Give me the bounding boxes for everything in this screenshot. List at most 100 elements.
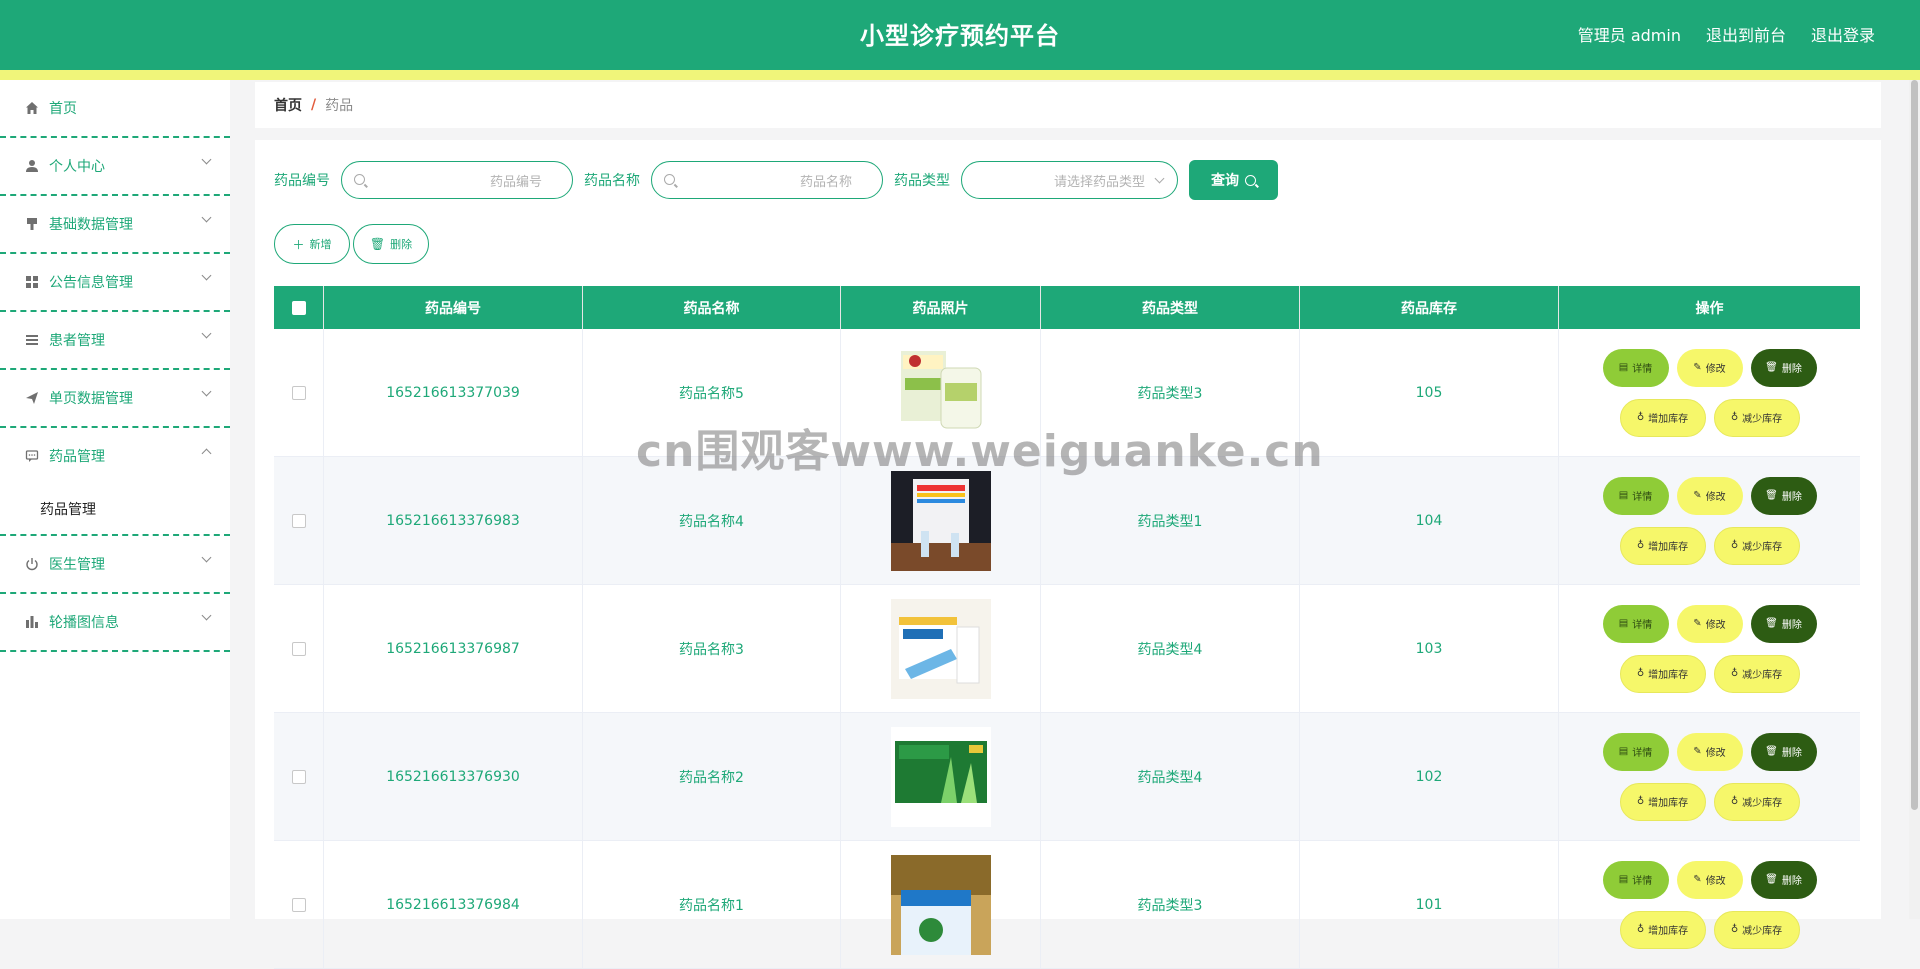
- column-header: 药品类型: [1041, 286, 1300, 329]
- edit-button[interactable]: ✎ 修改: [1676, 476, 1743, 515]
- detail-button[interactable]: ▤ 详情: [1602, 476, 1669, 515]
- increase-label: 增加库存: [1648, 414, 1689, 425]
- delete-button[interactable]: 🗑 删除: [1750, 732, 1817, 771]
- select-all-cell[interactable]: [274, 286, 324, 329]
- bulb-icon: ♁: [1730, 924, 1739, 935]
- chevron-down-icon: [1154, 173, 1165, 184]
- detail-button[interactable]: ▤ 详情: [1602, 732, 1669, 771]
- edit-button[interactable]: ✎ 修改: [1676, 604, 1743, 643]
- decrease-stock-button[interactable]: ♁ 减少库存: [1713, 398, 1800, 437]
- decrease-stock-button[interactable]: ♁ 减少库存: [1713, 782, 1800, 821]
- delete-label: 删除: [1781, 364, 1802, 375]
- table-row: 165216613376984 药品名称1 药品类型3 101 ▤ 详情 ✎ 修改 …: [274, 841, 1860, 969]
- decrease-stock-button[interactable]: ♁ 减少库存: [1713, 654, 1800, 693]
- list-icon: [24, 332, 40, 348]
- type-select[interactable]: 请选择药品类型: [961, 161, 1178, 199]
- row-checkbox[interactable]: [291, 897, 306, 912]
- search-icon: [1245, 174, 1256, 186]
- chevron-down-icon: [201, 270, 212, 281]
- delete-button[interactable]: 🗑 删除: [1750, 860, 1817, 899]
- decrease-stock-button[interactable]: ♁ 减少库存: [1713, 910, 1800, 949]
- search-icon: [354, 174, 365, 185]
- decrease-label: 减少库存: [1742, 414, 1783, 425]
- name-placeholder: 药品名称: [799, 174, 852, 190]
- increase-stock-button[interactable]: ♁ 增加库存: [1619, 910, 1706, 949]
- row-checkbox[interactable]: [291, 641, 306, 656]
- select-all-checkbox[interactable]: [291, 300, 306, 315]
- sidebar-item-label: 单页数据管理: [49, 391, 133, 407]
- query-button[interactable]: 查询: [1189, 160, 1278, 200]
- medicine-name: 药品名称3: [583, 585, 841, 712]
- sidebar-subitem-medicine-management[interactable]: 药品管理: [0, 484, 230, 536]
- detail-button[interactable]: ▤ 详情: [1602, 348, 1669, 387]
- bulb-icon: ♁: [1636, 668, 1645, 679]
- delete-button[interactable]: 🗑 删除: [1750, 348, 1817, 387]
- main-content: 药品编号 药品编号 药品名称 药品名称 药品类型 请选择药品类型 查询 ＋ 新增…: [255, 140, 1881, 969]
- scrollbar-thumb[interactable]: [1911, 80, 1918, 810]
- sidebar-item-personal[interactable]: 个人中心: [0, 138, 230, 196]
- bulb-icon: ♁: [1636, 412, 1645, 423]
- medicine-stock: 101: [1300, 841, 1559, 968]
- increase-stock-button[interactable]: ♁ 增加库存: [1619, 654, 1706, 693]
- logout-link[interactable]: 退出登录: [1811, 0, 1875, 70]
- document-icon: ▤: [1618, 874, 1629, 885]
- row-actions: ▤ 详情 ✎ 修改 🗑 删除 ♁ 增加库存 ♁ 减少库存: [1602, 732, 1817, 821]
- sidebar-item-home[interactable]: 首页: [0, 80, 230, 138]
- delete-button[interactable]: 🗑 删除: [1750, 476, 1817, 515]
- edit-button[interactable]: ✎ 修改: [1676, 732, 1743, 771]
- search-icon: [664, 174, 675, 185]
- increase-stock-button[interactable]: ♁ 增加库存: [1619, 526, 1706, 565]
- add-button[interactable]: ＋ 新增: [274, 224, 350, 264]
- batch-delete-button[interactable]: 🗑 删除: [353, 224, 429, 264]
- medicine-type: 药品类型3: [1041, 841, 1300, 968]
- sidebar-item-carousel[interactable]: 轮播图信息: [0, 594, 230, 652]
- row-checkbox[interactable]: [291, 513, 306, 528]
- edit-label: 修改: [1705, 620, 1726, 631]
- increase-stock-button[interactable]: ♁ 增加库存: [1619, 398, 1706, 437]
- bulb-icon: ♁: [1730, 412, 1739, 423]
- type-label: 药品类型: [894, 173, 950, 189]
- header-actions: 管理员 admin 退出到前台 退出登录: [1578, 0, 1875, 70]
- detail-button[interactable]: ▤ 详情: [1602, 860, 1669, 899]
- medicine-photo: [890, 598, 991, 699]
- sidebar-item-notice[interactable]: 公告信息管理: [0, 254, 230, 312]
- sidebar-item-medicine[interactable]: 药品管理: [0, 428, 230, 484]
- code-search-input[interactable]: 药品编号: [341, 161, 573, 199]
- medicine-type: 药品类型4: [1041, 585, 1300, 712]
- delete-label: 删除: [1781, 492, 1802, 503]
- query-button-label: 查询: [1211, 173, 1239, 189]
- row-checkbox[interactable]: [291, 769, 306, 784]
- breadcrumb-home[interactable]: 首页: [274, 95, 302, 115]
- name-search-input[interactable]: 药品名称: [651, 161, 883, 199]
- back-to-front-link[interactable]: 退出到前台: [1706, 0, 1786, 70]
- edit-label: 修改: [1705, 748, 1726, 759]
- delete-button[interactable]: 🗑 删除: [1750, 604, 1817, 643]
- medicine-stock: 102: [1300, 713, 1559, 840]
- row-checkbox[interactable]: [291, 385, 306, 400]
- bulb-icon: ♁: [1730, 540, 1739, 551]
- sidebar-item-basic-data[interactable]: 基础数据管理: [0, 196, 230, 254]
- row-actions: ▤ 详情 ✎ 修改 🗑 删除 ♁ 增加库存 ♁ 减少库存: [1602, 860, 1817, 949]
- edit-button[interactable]: ✎ 修改: [1676, 348, 1743, 387]
- bulb-icon: ♁: [1636, 540, 1645, 551]
- breadcrumb-separator: /: [311, 97, 317, 113]
- medicine-code: 165216613376930: [324, 713, 583, 840]
- table-row: 165216613376930 药品名称2 药品类型4 102 ▤ 详情 ✎ 修改 …: [274, 713, 1860, 841]
- sidebar-item-doctor[interactable]: 医生管理: [0, 536, 230, 594]
- bulb-icon: ♁: [1636, 924, 1645, 935]
- breadcrumb-current: 药品: [325, 98, 354, 114]
- sidebar-item-label: 公告信息管理: [49, 275, 133, 291]
- edit-button[interactable]: ✎ 修改: [1676, 860, 1743, 899]
- sidebar-item-single-page[interactable]: 单页数据管理: [0, 370, 230, 428]
- page-scrollbar[interactable]: [1909, 80, 1920, 919]
- edit-label: 修改: [1705, 492, 1726, 503]
- increase-stock-button[interactable]: ♁ 增加库存: [1619, 782, 1706, 821]
- admin-user-label[interactable]: 管理员 admin: [1578, 0, 1681, 70]
- detail-button[interactable]: ▤ 详情: [1602, 604, 1669, 643]
- decrease-stock-button[interactable]: ♁ 减少库存: [1713, 526, 1800, 565]
- edit-label: 修改: [1705, 364, 1726, 375]
- sidebar-item-patient[interactable]: 患者管理: [0, 312, 230, 370]
- batch-delete-label: 删除: [390, 238, 413, 251]
- medicine-table: 药品编号 药品名称 药品照片 药品类型 药品库存 操作 165216613377…: [274, 286, 1860, 969]
- bulb-icon: ♁: [1636, 796, 1645, 807]
